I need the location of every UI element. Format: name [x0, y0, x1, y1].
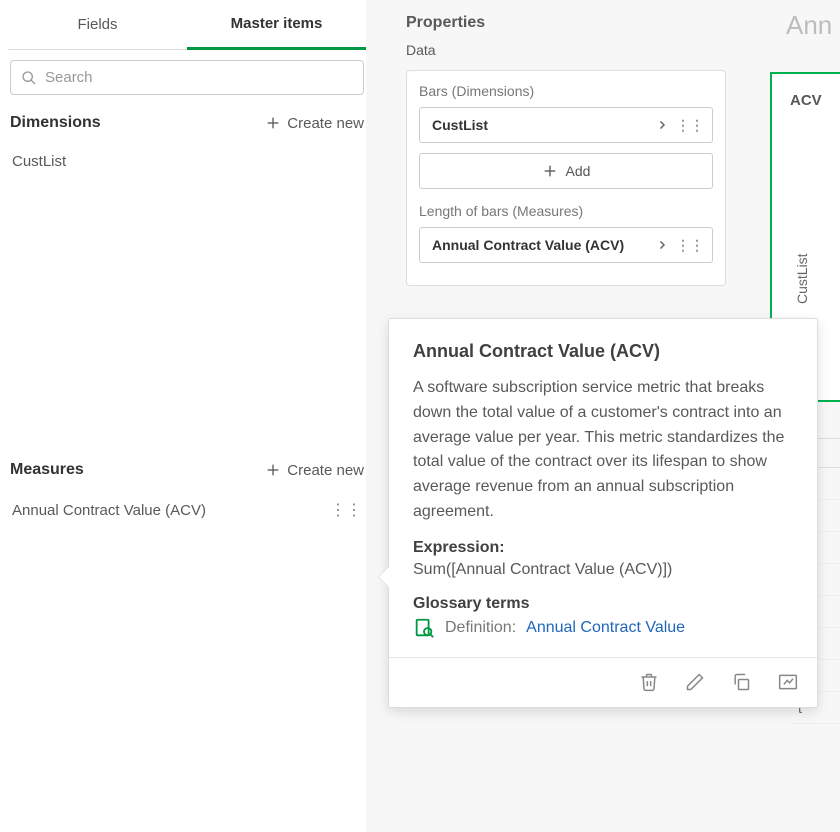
- dimension-pill-label: CustList: [432, 117, 488, 133]
- popover-title: Annual Contract Value (ACV): [413, 341, 793, 362]
- measure-tooltip-popover: Annual Contract Value (ACV) A software s…: [388, 318, 818, 708]
- search-icon: [21, 70, 37, 86]
- left-panel: Fields Master items Dimensions Create ne…: [8, 0, 366, 832]
- create-measure-label: Create new: [287, 462, 364, 479]
- pencil-icon: [685, 672, 705, 692]
- copy-icon: [731, 672, 751, 692]
- popover-footer: [389, 657, 817, 707]
- dimension-item[interactable]: CustList: [8, 143, 366, 180]
- measure-pill-label: Annual Contract Value (ACV): [432, 237, 624, 253]
- glossary-label: Glossary terms: [413, 595, 793, 613]
- create-measure-button[interactable]: Create new: [265, 462, 364, 479]
- popover-description: A software subscription service metric t…: [413, 376, 793, 525]
- drag-handle-icon[interactable]: ⋮⋮: [676, 237, 704, 254]
- tab-fields[interactable]: Fields: [8, 0, 187, 50]
- trash-icon: [639, 672, 659, 692]
- create-dimension-button[interactable]: Create new: [265, 115, 364, 132]
- plus-icon: [265, 115, 281, 131]
- chevron-right-icon: [656, 119, 668, 131]
- glossary-link[interactable]: Annual Contract Value: [526, 619, 685, 637]
- plus-icon: [542, 163, 558, 179]
- expression-value: Sum([Annual Contract Value (ACV)]): [413, 561, 793, 579]
- data-card: Bars (Dimensions) CustList ⋮⋮ Add Length…: [406, 70, 726, 286]
- properties-heading: Properties: [366, 0, 840, 42]
- add-dimension-button[interactable]: Add: [419, 153, 713, 189]
- definition-label: Definition:: [445, 619, 516, 637]
- data-section-label: Data: [366, 42, 840, 64]
- insert-chart-icon: [777, 672, 799, 692]
- measure-pill[interactable]: Annual Contract Value (ACV) ⋮⋮: [419, 227, 713, 263]
- measure-item-label: Annual Contract Value (ACV): [12, 502, 206, 519]
- y-axis-label: CustList: [794, 253, 810, 304]
- edit-button[interactable]: [685, 672, 705, 692]
- drag-handle-icon[interactable]: ⋮⋮: [330, 500, 362, 520]
- add-to-sheet-button[interactable]: [777, 672, 799, 692]
- add-button-label: Add: [566, 163, 591, 179]
- chart-title-truncated: Ann: [770, 0, 840, 41]
- chart-label: ACV: [772, 74, 840, 109]
- search-input[interactable]: [45, 69, 353, 86]
- glossary-icon: [413, 617, 435, 639]
- dimensions-heading: Dimensions: [10, 114, 101, 132]
- asset-tabs: Fields Master items: [8, 0, 366, 50]
- bars-label: Bars (Dimensions): [419, 83, 713, 99]
- expression-label: Expression:: [413, 539, 793, 557]
- delete-button[interactable]: [639, 672, 659, 692]
- chevron-right-icon: [656, 239, 668, 251]
- dimension-pill[interactable]: CustList ⋮⋮: [419, 107, 713, 143]
- tab-master-items[interactable]: Master items: [187, 0, 366, 50]
- measures-label: Length of bars (Measures): [419, 203, 713, 219]
- search-input-wrap[interactable]: [10, 60, 364, 95]
- create-dimension-label: Create new: [287, 115, 364, 132]
- drag-handle-icon[interactable]: ⋮⋮: [676, 117, 704, 134]
- plus-icon: [265, 462, 281, 478]
- dimension-item-label: CustList: [12, 153, 66, 170]
- duplicate-button[interactable]: [731, 672, 751, 692]
- measure-item[interactable]: Annual Contract Value (ACV) ⋮⋮: [8, 490, 366, 530]
- measures-heading: Measures: [10, 461, 84, 479]
